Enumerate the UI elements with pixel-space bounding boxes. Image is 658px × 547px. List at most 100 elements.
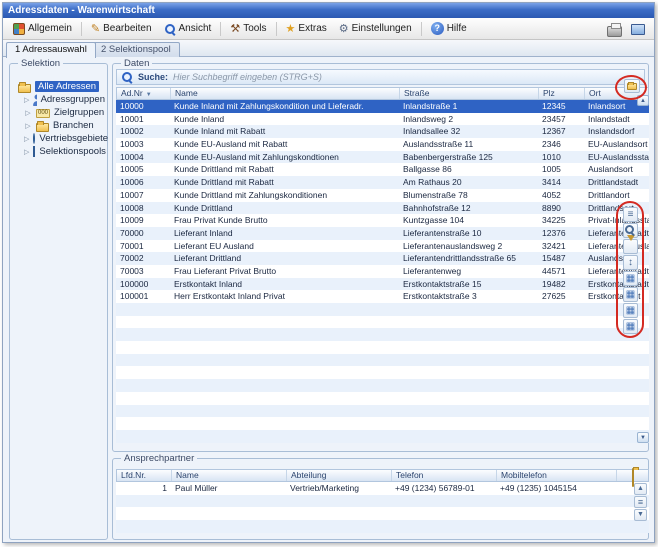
- search-bar[interactable]: Suche: Hier Suchbegriff eingeben (STRG+S…: [116, 69, 645, 85]
- address-cell: Kunde Inland mit Rabatt: [170, 125, 399, 138]
- sort-icon[interactable]: ↕: [623, 255, 638, 270]
- menu-hilfe[interactable]: ? Hilfe: [425, 19, 473, 38]
- zoom-icon[interactable]: [623, 223, 638, 238]
- list-icon[interactable]: ≡: [623, 207, 638, 222]
- contact-cell: Vertrieb/Marketing: [286, 482, 391, 495]
- menu-extras[interactable]: ★ Extras: [280, 20, 333, 38]
- address-row[interactable]: 10000Kunde Inland mit Zahlungskondition …: [116, 100, 649, 113]
- address-row[interactable]: 70003Frau Lieferant Privat BruttoLiefera…: [116, 265, 649, 278]
- address-row[interactable]: 10003Kunde EU-Ausland mit RabattAuslands…: [116, 138, 649, 151]
- address-cell: Erstkontakt Inland: [170, 278, 399, 291]
- address-cell: 10002: [116, 125, 170, 138]
- address-cell: 70000: [116, 227, 170, 240]
- address-cell: Inlandstadt: [584, 113, 649, 126]
- contact-row[interactable]: 1Paul MüllerVertrieb/Marketing+49 (1234)…: [116, 482, 649, 495]
- scroll-down-button[interactable]: ▼: [637, 432, 649, 443]
- tab-selektionspool[interactable]: 2 Selektionspool: [92, 42, 180, 57]
- expand-arrow-icon[interactable]: ▷: [24, 96, 29, 104]
- tab-adressauswahl[interactable]: 1 Adressauswahl: [6, 42, 96, 58]
- column-header-contact-name[interactable]: Name: [172, 470, 287, 481]
- magnifier-icon: [164, 23, 176, 35]
- address-cell: Lieferant Inland: [170, 227, 399, 240]
- search-icon: [121, 71, 133, 83]
- address-row[interactable]: 10009Frau Privat Kunde BruttoKuntzgasse …: [116, 214, 649, 227]
- address-row[interactable]: 70001Lieferant EU AuslandLieferantenausl…: [116, 240, 649, 253]
- address-cell: Inslandsdorf: [584, 125, 649, 138]
- address-cell: EU-Auslandsstadt: [584, 151, 649, 164]
- title-bar[interactable]: Adressdaten - Warenwirtschaft: [3, 3, 654, 18]
- address-cell: Lieferantenstadt: [584, 265, 649, 278]
- empty-row: [116, 328, 649, 341]
- address-row[interactable]: 100000Erstkontakt InlandErstkontaktstraß…: [116, 278, 649, 291]
- scroll-up-button[interactable]: ▲: [637, 95, 649, 106]
- address-row[interactable]: 70002Lieferant DrittlandLieferantendritt…: [116, 252, 649, 265]
- address-row[interactable]: 100001Herr Erstkontakt Inland PrivatErst…: [116, 290, 649, 303]
- contacts-scroll-down-button[interactable]: ▼: [634, 509, 647, 521]
- tree-item-selektionspools[interactable]: ▷ Selektionspools: [14, 145, 105, 158]
- grid-view-icon-4[interactable]: ▦: [623, 319, 638, 334]
- contacts-scroll-up-button[interactable]: ▲: [634, 483, 647, 495]
- address-cell: Lieferantenweg: [399, 265, 538, 278]
- tree-item-branchen[interactable]: ▷ Branchen: [14, 119, 105, 132]
- expand-arrow-icon[interactable]: ▷: [24, 148, 29, 156]
- menu-ansicht[interactable]: Ansicht: [158, 20, 218, 38]
- address-cell: Erstkontaktstraße 15: [399, 278, 538, 291]
- grid-view-icon-3[interactable]: ▦: [623, 303, 638, 318]
- column-header-mobiltelefon[interactable]: Mobiltelefon: [497, 470, 617, 481]
- tree-item-adressgruppen[interactable]: ▷ Adressgruppen: [14, 93, 105, 106]
- expand-arrow-icon[interactable]: ▷: [24, 135, 29, 143]
- window-export-button[interactable]: [628, 21, 648, 38]
- address-row[interactable]: 10006Kunde Drittland mit RabattAm Rathau…: [116, 176, 649, 189]
- filter-icon[interactable]: [623, 239, 638, 254]
- address-row[interactable]: 10004Kunde EU-Ausland mit Zahlungskondti…: [116, 151, 649, 164]
- menu-bearbeiten[interactable]: ✎ Bearbeiten: [85, 20, 158, 38]
- address-cell: 70003: [116, 265, 170, 278]
- address-cell: Babenbergerstraße 125: [399, 151, 538, 164]
- address-cell: 10000: [116, 100, 170, 113]
- column-header-adnr[interactable]: Ad.Nr▼: [117, 88, 171, 99]
- contacts-table-header: Lfd.Nr. Name Abteilung Telefon Mobiltele…: [116, 469, 649, 482]
- address-row[interactable]: 10007Kunde Drittland mit Zahlungskonditi…: [116, 189, 649, 202]
- address-row[interactable]: 10008Kunde DrittlandBahnhofstraße 128890…: [116, 202, 649, 215]
- monitor-icon: [631, 24, 645, 35]
- print-button[interactable]: [604, 21, 624, 38]
- address-cell: Drittlandort: [584, 189, 649, 202]
- column-header-plz[interactable]: Plz: [539, 88, 585, 99]
- empty-row: [116, 379, 649, 392]
- grid-view-icon-2[interactable]: ▦: [623, 287, 638, 302]
- address-cell: Erstkontaktort: [584, 290, 649, 303]
- address-row[interactable]: 10002Kunde Inland mit RabattInlandsallee…: [116, 125, 649, 138]
- empty-row: [116, 495, 649, 508]
- contact-cell: 1: [116, 482, 171, 495]
- menu-einstellungen[interactable]: ⚙ Einstellungen: [333, 20, 418, 38]
- export-button[interactable]: [624, 79, 640, 93]
- search-input[interactable]: Hier Suchbegriff eingeben (STRG+S): [173, 72, 322, 82]
- address-cell: 70002: [116, 252, 170, 265]
- menu-allgemein[interactable]: Allgemein: [7, 20, 78, 38]
- expand-arrow-icon[interactable]: ▷: [24, 122, 32, 130]
- address-cell: 10003: [116, 138, 170, 151]
- column-header-lfdnr[interactable]: Lfd.Nr.: [117, 470, 172, 481]
- column-header-name[interactable]: Name: [171, 88, 400, 99]
- tree-item-alle-adressen[interactable]: Alle Adressen: [14, 80, 105, 93]
- hammer-icon: ⚒: [230, 23, 240, 35]
- menu-tools[interactable]: ⚒ Tools: [224, 20, 272, 38]
- menu-label-einstellungen: Einstellungen: [352, 23, 412, 34]
- column-header-abteilung[interactable]: Abteilung: [287, 470, 392, 481]
- address-row[interactable]: 10005Kunde Drittland mit RabattBallgasse…: [116, 163, 649, 176]
- tree-item-vertriebsgebiete[interactable]: ▷ Vertriebsgebiete: [14, 132, 105, 145]
- column-header-strasse[interactable]: Straße: [400, 88, 539, 99]
- selection-tree: Alle Adressen ▷ Adressgruppen ▷ 000 Ziel…: [14, 80, 105, 158]
- menu-label-tools: Tools: [243, 23, 266, 34]
- address-row[interactable]: 70000Lieferant InlandLieferantenstraße 1…: [116, 227, 649, 240]
- tree-item-zielgruppen[interactable]: ▷ 000 Zielgruppen: [14, 106, 105, 119]
- address-row[interactable]: 10001Kunde InlandInlandsweg 223457Inland…: [116, 113, 649, 126]
- expand-arrow-icon[interactable]: ▷: [24, 109, 32, 117]
- column-header-telefon[interactable]: Telefon: [392, 470, 497, 481]
- empty-row: [116, 417, 649, 430]
- contacts-list-icon[interactable]: ≡: [634, 496, 647, 508]
- grid-view-icon-1[interactable]: ▦: [623, 271, 638, 286]
- address-cell: 34225: [538, 214, 584, 227]
- contacts-tools-rail: ▲ ≡ ▼: [634, 483, 647, 521]
- address-cell: Kuntzgasse 104: [399, 214, 538, 227]
